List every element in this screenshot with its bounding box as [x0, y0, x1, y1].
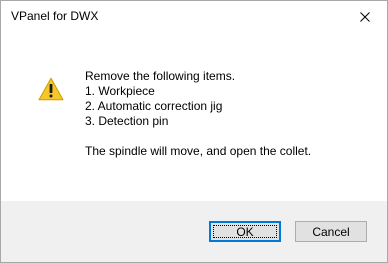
message-note: The spindle will move, and open the coll…: [85, 144, 312, 158]
message-line: 1. Workpiece: [85, 84, 155, 98]
cancel-button-label: Cancel: [312, 224, 350, 239]
warning-icon: [38, 77, 64, 101]
close-button[interactable]: [343, 1, 387, 32]
dialog-content: Remove the following items. 1. Workpiece…: [1, 33, 387, 201]
button-bar: OK Cancel: [1, 201, 387, 262]
message-line: 3. Detection pin: [85, 114, 169, 128]
ok-button[interactable]: OK: [209, 221, 281, 242]
title-bar[interactable]: VPanel for DWX: [1, 1, 387, 33]
dialog-window: VPanel for DWX Remove the following item…: [0, 0, 388, 263]
window-title: VPanel for DWX: [11, 9, 99, 23]
close-icon: [360, 11, 370, 22]
message-text: Remove the following items. 1. Workpiece…: [85, 69, 311, 159]
message-spacer: [85, 129, 311, 144]
ok-button-label: OK: [236, 224, 254, 239]
cancel-button[interactable]: Cancel: [295, 221, 367, 242]
message-line: Remove the following items.: [85, 69, 236, 83]
message-line: 2. Automatic correction jig: [85, 99, 223, 113]
